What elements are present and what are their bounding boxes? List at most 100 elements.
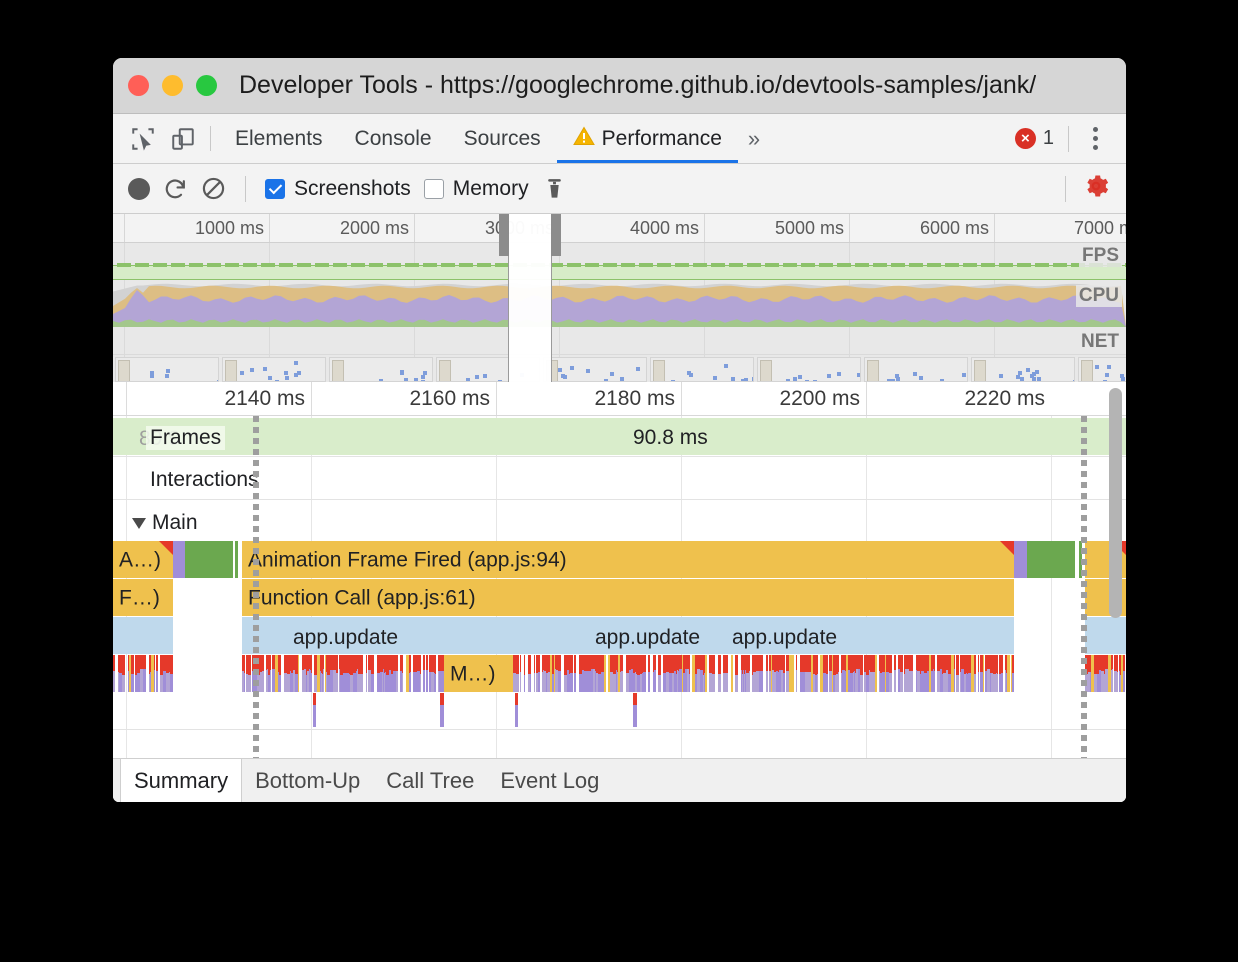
filmstrip-dot: [895, 374, 899, 378]
timeline-overview[interactable]: 1000 ms 2000 ms 3000 ms 4000 ms 5000 ms 6000 …: [113, 214, 1126, 382]
tab-event-log-label: Event Log: [500, 767, 600, 793]
micro-task-warning-bar: [900, 655, 903, 672]
event-bar-rendering[interactable]: [173, 541, 185, 578]
gear-icon[interactable]: [1082, 172, 1110, 205]
filmstrip-dot: [1107, 365, 1111, 369]
frames-band[interactable]: [113, 418, 1126, 455]
filmstrip-dot: [827, 374, 831, 378]
overview-ruler[interactable]: 1000 ms 2000 ms 3000 ms 4000 ms 5000 ms 6000 …: [113, 214, 1126, 243]
event-bar-animation-frame-left[interactable]: A…): [113, 541, 173, 578]
filmstrip-thumbnail[interactable]: [115, 357, 219, 382]
flame-chart-panel[interactable]: 2140 ms 2160 ms 2180 ms 2200 ms 2220 ms 89.9…: [113, 382, 1126, 802]
flame-chart-ruler[interactable]: 2140 ms 2160 ms 2180 ms 2200 ms 2220 ms: [113, 382, 1126, 416]
flame-chart-scrollbar[interactable]: [1109, 388, 1122, 618]
inspect-element-icon[interactable]: [130, 126, 156, 152]
tab-performance-label: Performance: [601, 126, 722, 150]
fps-notch: [837, 263, 851, 267]
more-tabs-button[interactable]: »: [738, 114, 770, 163]
clear-recording-icon[interactable]: [201, 176, 226, 201]
main-track-header[interactable]: Main: [128, 511, 202, 535]
device-toolbar-icon[interactable]: [170, 126, 196, 152]
event-bar-painting-2[interactable]: [1027, 541, 1075, 578]
tab-performance[interactable]: Performance: [556, 114, 739, 163]
event-bar-rendering-2[interactable]: [1014, 541, 1027, 578]
fps-notch: [909, 263, 923, 267]
event-bar-painting-sliver[interactable]: [235, 541, 238, 578]
overview-tick: 5000 ms: [704, 214, 849, 242]
screenshots-checkbox-box: [265, 178, 285, 199]
micro-task-bar[interactable]: [1007, 655, 1010, 692]
event-bar-function-call-left[interactable]: F…): [113, 579, 173, 616]
filmstrip-thumbnail[interactable]: [436, 357, 540, 382]
filmstrip-dot: [636, 367, 640, 371]
micro-task-bar[interactable]: [875, 655, 877, 692]
micro-task-bar[interactable]: [298, 655, 299, 692]
micro-task-warning-bar: [530, 655, 531, 674]
tab-elements[interactable]: Elements: [219, 114, 339, 163]
tab-bottom-up[interactable]: Bottom-Up: [242, 759, 373, 802]
memory-label: Memory: [452, 176, 529, 200]
trash-icon[interactable]: [542, 176, 567, 201]
more-options-icon[interactable]: [1079, 127, 1112, 150]
flame-chart-body[interactable]: 89.9 Frames 90.8 ms Interactions Main A……: [113, 416, 1126, 758]
net-track-label: NET: [1078, 331, 1122, 353]
thumbnail-control-glyph: [546, 360, 558, 381]
micro-task-warning-bar: [371, 655, 374, 674]
event-bar-animation-frame[interactable]: Animation Frame Fired (app.js:94): [242, 541, 1014, 578]
filmstrip-dot: [421, 375, 425, 379]
record-button[interactable]: [128, 177, 150, 200]
filmstrip-thumbnail[interactable]: [757, 357, 861, 382]
sparse-task-warning-bar: [515, 693, 518, 705]
expand-arrow-icon[interactable]: [132, 517, 146, 529]
filmstrip-thumbnail[interactable]: [329, 357, 433, 382]
screenshots-checkbox[interactable]: Screenshots: [265, 177, 411, 201]
tab-event-log[interactable]: Event Log: [487, 759, 612, 802]
micro-task-warning-bar: [648, 655, 650, 672]
micro-task-bar[interactable]: [731, 655, 733, 692]
cpu-track: [113, 282, 1126, 327]
event-bar-function-call[interactable]: Function Call (app.js:61): [242, 579, 1014, 616]
tab-elements-label: Elements: [235, 126, 323, 150]
fps-notch: [1053, 263, 1067, 267]
overview-tick-label: 7000 m: [1073, 218, 1126, 238]
event-bar-painting[interactable]: [185, 541, 233, 578]
memory-checkbox[interactable]: Memory: [423, 176, 529, 201]
micro-task-bar[interactable]: [983, 655, 984, 692]
tabstrip-right-actions: × 1: [1014, 114, 1126, 163]
filmstrip-dot: [1095, 365, 1099, 369]
fps-notch: [405, 263, 419, 267]
micro-task-bar[interactable]: [705, 655, 707, 692]
tab-call-tree[interactable]: Call Tree: [373, 759, 487, 802]
thumbnail-control-glyph: [225, 360, 237, 381]
interactions-track-label[interactable]: Interactions: [146, 468, 263, 492]
micro-task-warning-bar: [890, 655, 892, 673]
close-window-button[interactable]: [128, 75, 149, 96]
filmstrip-thumbnail[interactable]: [971, 357, 1075, 382]
fps-notch: [729, 263, 743, 267]
filmstrip-track[interactable]: [113, 355, 1126, 382]
filmstrip-dot: [150, 374, 154, 378]
reload-and-record-icon[interactable]: [163, 176, 188, 201]
fps-notch: [171, 263, 185, 267]
micro-task-bar[interactable]: [792, 655, 794, 692]
tab-bottom-up-label: Bottom-Up: [255, 767, 361, 793]
event-bar-minor-gc[interactable]: M…): [444, 655, 513, 692]
tab-summary[interactable]: Summary: [120, 759, 243, 802]
error-badge[interactable]: × 1: [1014, 127, 1054, 150]
filmstrip-thumbnail[interactable]: [650, 357, 754, 382]
filmstrip-thumbnail[interactable]: [1078, 357, 1126, 382]
event-bar-update-left[interactable]: [113, 617, 173, 654]
event-bar-update-3[interactable]: [1085, 617, 1126, 654]
minimize-window-button[interactable]: [162, 75, 183, 96]
fps-notch: [549, 263, 563, 267]
micro-task-bar[interactable]: [604, 655, 606, 692]
filmstrip-thumbnail[interactable]: [543, 357, 647, 382]
tab-console[interactable]: Console: [339, 114, 448, 163]
micro-task-warning-bar: [689, 655, 690, 674]
tab-sources[interactable]: Sources: [448, 114, 557, 163]
filmstrip-thumbnail[interactable]: [222, 357, 326, 382]
maximize-window-button[interactable]: [196, 75, 217, 96]
fps-notch: [225, 263, 239, 267]
micro-task-warning-bar: [538, 655, 540, 672]
filmstrip-thumbnail[interactable]: [864, 357, 968, 382]
